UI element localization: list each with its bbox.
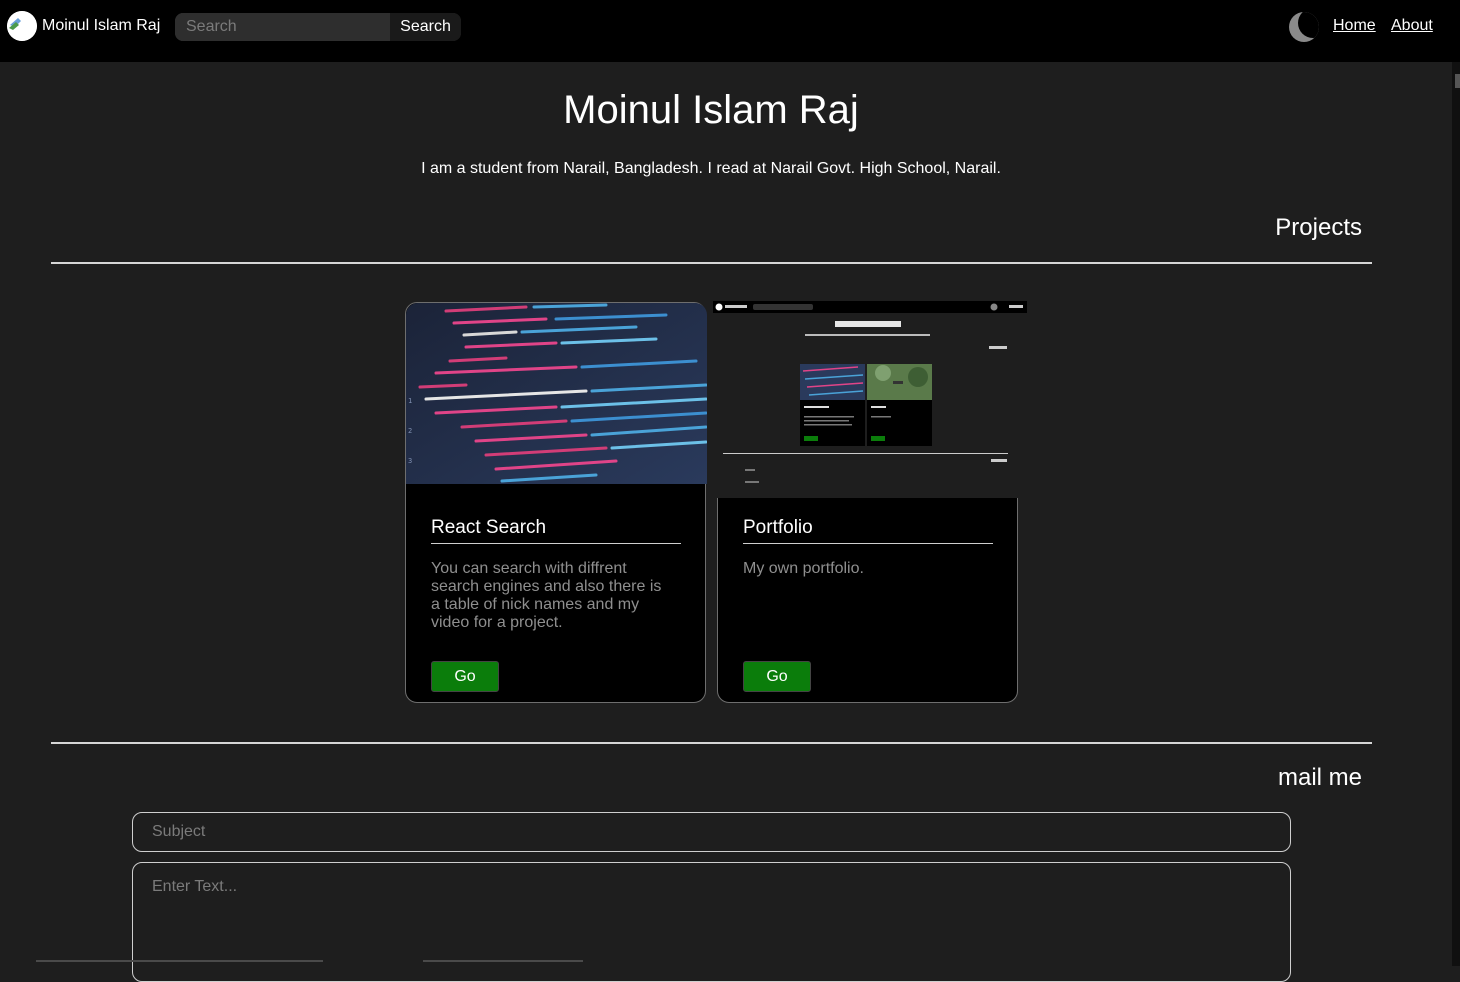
project-card-react-search: 1 2 3 React Search You can search with dif… <box>405 302 707 703</box>
card-title: React Search <box>431 517 547 538</box>
search-button[interactable]: Search <box>390 13 461 41</box>
brand-name[interactable]: Moinul Islam Raj <box>42 17 160 35</box>
go-button[interactable]: Go <box>431 661 499 692</box>
page-subtitle: I am a student from Narail, Bangladesh. … <box>421 160 1001 177</box>
nav-link-home[interactable]: Home <box>1333 17 1376 35</box>
message-textarea[interactable] <box>132 862 1291 982</box>
portfolio-screenshot-image <box>713 301 1027 498</box>
code-screenshot-image: 1 2 3 <box>406 303 707 484</box>
page-title: Moinul Islam Raj <box>563 88 859 132</box>
svg-text:1: 1 <box>408 397 412 405</box>
svg-text:3: 3 <box>408 457 412 465</box>
search-input[interactable] <box>175 13 389 41</box>
card-title: Portfolio <box>743 517 813 538</box>
scrollbar[interactable] <box>1452 62 1460 966</box>
mail-heading: mail me <box>1277 764 1362 791</box>
go-button[interactable]: Go <box>743 661 811 692</box>
moon-icon[interactable] <box>1289 12 1319 42</box>
card-divider <box>743 543 993 544</box>
card-description: You can search with diffrent search engi… <box>431 560 662 631</box>
card-divider <box>431 543 681 544</box>
scroll-up-arrow[interactable] <box>1455 74 1460 88</box>
projects-divider <box>51 262 1372 264</box>
projects-heading: Projects <box>1275 214 1362 241</box>
nav-link-about[interactable]: About <box>1391 17 1433 35</box>
navbar: Moinul Islam Raj Search Home About <box>0 0 1460 62</box>
logo-image[interactable] <box>7 11 37 41</box>
mail-divider <box>51 742 1372 744</box>
footer-edge <box>36 960 323 962</box>
card-description: My own portfolio. <box>743 560 864 577</box>
footer-edge <box>423 960 583 962</box>
project-card-portfolio: Portfolio My own portfolio. Go <box>713 301 1027 703</box>
subject-input[interactable] <box>132 812 1291 852</box>
svg-text:2: 2 <box>408 427 412 435</box>
